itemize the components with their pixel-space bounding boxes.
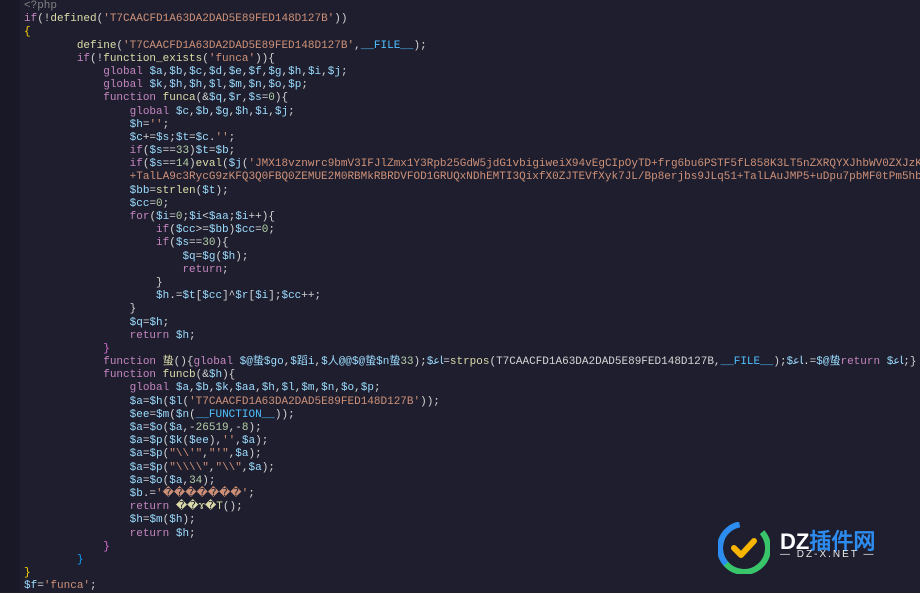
code-line: }: [24, 277, 916, 290]
code-line: return;: [24, 264, 916, 277]
code-line: $bb=strlen($t);: [24, 185, 916, 198]
code-line: if($s==30){: [24, 237, 916, 250]
line-gutter: [0, 0, 20, 592]
code-line: if(!function_exists('funca')){: [24, 53, 916, 66]
code-line: $a=$p("\\'","'",$a);: [24, 448, 916, 461]
code-line: +TalLA9c3RycG9zKFQ3Q0FBQ0ZEMUE2M0RBMkRBR…: [24, 171, 916, 184]
code-line: function funca(&$q,$r,$s=0){: [24, 92, 916, 105]
code-line: $q=$h;: [24, 317, 916, 330]
code-editor: <?phpif(!defined('T7CAACFD1A63DA2DAD5E89…: [20, 0, 920, 593]
code-line: $a=$p("\\\\","\\",$a);: [24, 462, 916, 475]
code-line: return $h;: [24, 330, 916, 343]
code-line: function funcb(&$h){: [24, 369, 916, 382]
code-line: $h.=$t[$cc]^$r[$i];$cc++;: [24, 290, 916, 303]
logo-icon: [718, 522, 770, 574]
logo-subtitle: — DZ-X.NET —: [780, 548, 875, 561]
code-line: if($cc>=$bb)$cc=0;: [24, 224, 916, 237]
code-line: $f='funca';: [24, 580, 916, 593]
code-line: return ��ɤ�T();: [24, 501, 916, 514]
code-line: for($i=0;$i<$aa;$i++){: [24, 211, 916, 224]
code-line: $a=$o($a,-26519,-8);: [24, 422, 916, 435]
code-line: $a=$p($k($ee),'',$a);: [24, 435, 916, 448]
code-line: $h='';: [24, 119, 916, 132]
code-line: global $a,$b,$c,$d,$e,$f,$g,$h,$i,$j;: [24, 66, 916, 79]
code-line: }: [24, 343, 916, 356]
code-line: global $k,$h,$h,$l,$m,$n,$o,$p;: [24, 79, 916, 92]
code-line: $b.='�������';: [24, 488, 916, 501]
watermark-logo: DZ插件网 — DZ-X.NET —: [718, 518, 908, 578]
code-line: if($s==33)$t=$b;: [24, 145, 916, 158]
code-line: function 蛰(){global $@蛰$go,$蹈i,$人@@$@蛰$n…: [24, 356, 916, 369]
code-line: global $a,$b,$k,$aa,$h,$l,$m,$n,$o,$p;: [24, 382, 916, 395]
code-line: global $c,$b,$g,$h,$i,$j;: [24, 106, 916, 119]
code-line: if($s==14)eval($j('JMX18vznwrc9bmV3IFJlZ…: [24, 158, 916, 171]
code-line: }: [24, 303, 916, 316]
code-line: $c+=$s;$t=$c.'';: [24, 132, 916, 145]
code-line: $q=$g($h);: [24, 251, 916, 264]
code-line: define('T7CAACFD1A63DA2DAD5E89FED148D127…: [24, 40, 916, 53]
code-line: $a=$h($l('T7CAACFD1A63DA2DAD5E89FED148D1…: [24, 396, 916, 409]
code-line: if(!defined('T7CAACFD1A63DA2DAD5E89FED14…: [24, 13, 916, 26]
code-line: $cc=0;: [24, 198, 916, 211]
code-line: $a=$o($a,34);: [24, 475, 916, 488]
code-line: <?php: [24, 0, 916, 13]
logo-title: DZ插件网: [780, 535, 875, 548]
code-line: $ee=$m($n(__FUNCTION__));: [24, 409, 916, 422]
code-line: {: [24, 26, 916, 39]
